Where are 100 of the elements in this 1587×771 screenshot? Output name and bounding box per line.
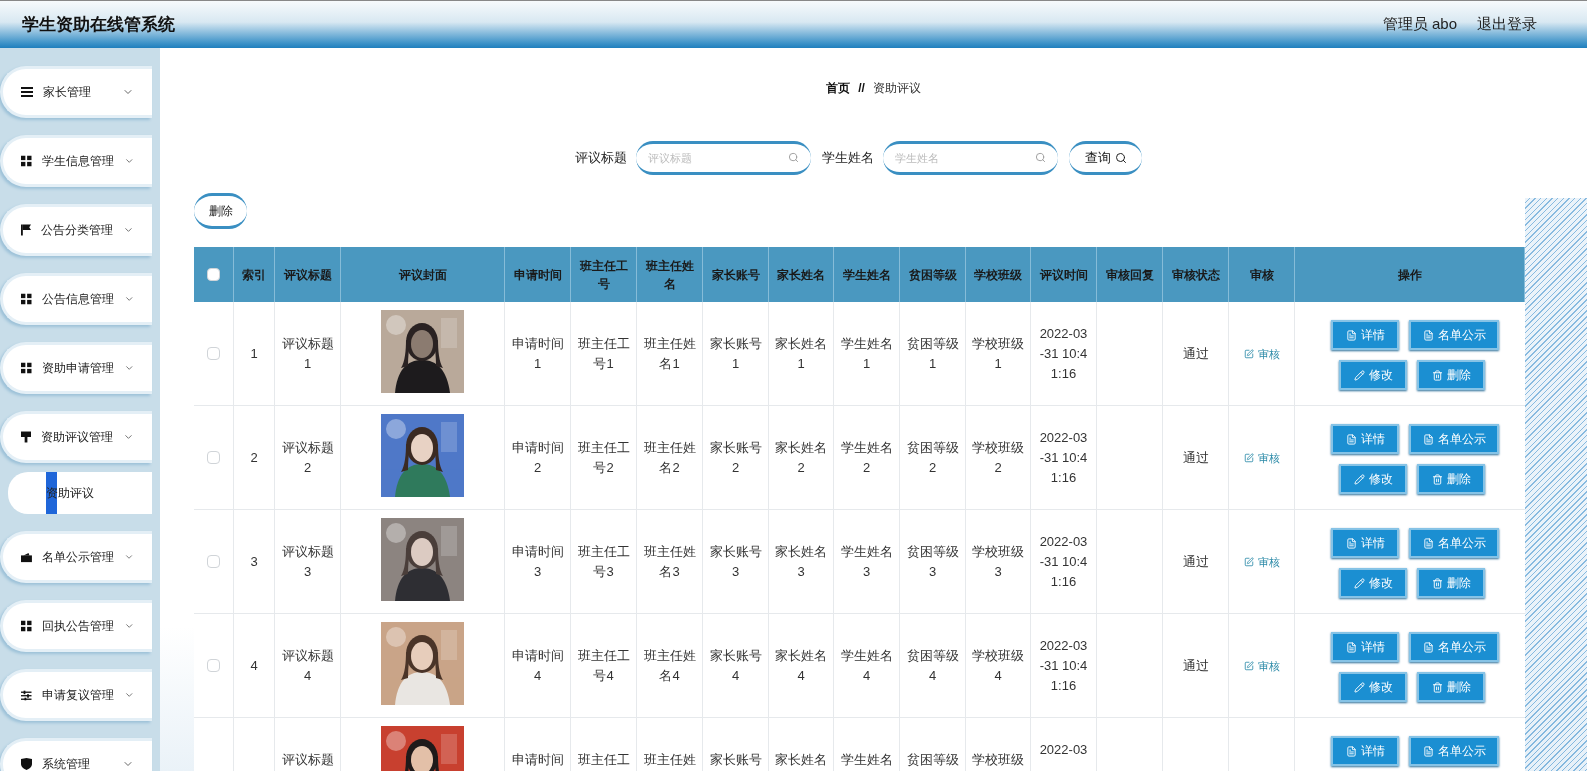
document-icon <box>1422 329 1434 341</box>
table-cell-text: 班主任工 <box>577 751 630 769</box>
table-cell-text: 班主任姓名1 <box>643 335 696 373</box>
row-checkbox[interactable] <box>207 659 220 672</box>
column-header: 评议时间 <box>1039 266 1088 284</box>
trash-icon <box>1431 369 1443 381</box>
publish-list-button[interactable]: 名单公示 <box>1409 424 1499 454</box>
sidebar-item[interactable]: 学生信息管理 <box>0 135 152 187</box>
app-title: 学生资助在线管系统 <box>22 13 175 36</box>
table-cell-text: 贫困等级1 <box>906 335 959 373</box>
sidebar-item[interactable]: 申请复议管理 <box>0 669 152 721</box>
table-cell-text: 通过 <box>1182 345 1209 363</box>
grid-icon <box>21 362 32 374</box>
table-cell-text: 班主任姓名3 <box>643 543 696 581</box>
document-icon <box>1422 745 1434 757</box>
publish-list-button[interactable]: 名单公示 <box>1409 320 1499 350</box>
row-checkbox[interactable] <box>207 347 220 360</box>
review-link[interactable]: 审核 <box>1243 344 1280 364</box>
sidebar-item[interactable]: 公告分类管理 <box>0 204 152 256</box>
table-cell-text: 家长姓名4 <box>774 647 828 685</box>
edit-button[interactable]: 修改 <box>1339 672 1407 702</box>
details-button[interactable]: 详情 <box>1331 736 1399 766</box>
review-link[interactable]: 审核 <box>1243 656 1280 676</box>
publish-list-button[interactable]: 名单公示 <box>1409 632 1499 662</box>
column-header: 审核状态 <box>1171 266 1220 284</box>
publish-list-button[interactable]: 名单公示 <box>1409 736 1499 766</box>
pencil-icon <box>1353 681 1365 693</box>
delete-button[interactable]: 删除 <box>1417 360 1485 390</box>
column-header: 审核 <box>1248 266 1275 284</box>
menu-icon <box>21 87 33 97</box>
search-label: 学生姓名 <box>822 149 874 168</box>
grid-icon <box>21 155 32 167</box>
batch-delete-button[interactable]: 删除 <box>194 193 247 229</box>
edit-icon <box>1243 557 1254 567</box>
search-field[interactable]: 学生姓名 <box>883 141 1058 175</box>
publish-list-button[interactable]: 名单公示 <box>1409 528 1499 558</box>
sliders-icon <box>21 689 32 701</box>
details-button[interactable]: 详情 <box>1331 320 1399 350</box>
details-button[interactable]: 详情 <box>1331 632 1399 662</box>
sidebar-item[interactable]: 公告信息管理 <box>0 273 152 325</box>
query-button[interactable]: 查询 <box>1069 141 1142 175</box>
column-header: 评议标题 <box>283 266 332 284</box>
delete-button[interactable]: 删除 <box>1417 464 1485 494</box>
trash-icon <box>1431 577 1443 589</box>
table-cell-text: 学校班级3 <box>971 543 1025 581</box>
sidebar-item[interactable]: 系统管理 <box>0 738 152 771</box>
table-cell-text: 学校班级1 <box>971 335 1025 373</box>
row-checkbox[interactable] <box>207 555 220 568</box>
column-header: 家长账号 <box>711 266 760 284</box>
table-cell-text: 申请时间 <box>511 751 564 769</box>
table-cell-text: 家长姓名3 <box>774 543 828 581</box>
document-icon <box>1422 433 1434 445</box>
sidebar-item[interactable]: 回执公告管理 <box>0 600 152 652</box>
column-header: 班主任姓名 <box>645 257 694 293</box>
table-cell-text: 学校班级2 <box>971 439 1025 477</box>
delete-button[interactable]: 删除 <box>1417 568 1485 598</box>
edit-icon <box>1243 349 1254 359</box>
document-icon <box>1345 433 1357 445</box>
table-cell-text: 贫困等级4 <box>906 647 959 685</box>
table-cell-text: 贫困等级 <box>906 751 959 769</box>
edit-button[interactable]: 修改 <box>1339 568 1407 598</box>
table-cell-text: 家长账号4 <box>709 647 762 685</box>
document-icon <box>1345 537 1357 549</box>
table-cell-text: 学校班级4 <box>971 647 1025 685</box>
select-all-checkbox[interactable] <box>207 268 220 281</box>
search-field[interactable]: 评议标题 <box>636 141 811 175</box>
breadcrumb-home[interactable]: 首页 <box>826 79 851 97</box>
table-cell-text: 评议标题2 <box>281 439 334 477</box>
trash-icon <box>1431 473 1443 485</box>
sidebar-item[interactable]: 资助申请管理 <box>0 342 152 394</box>
edit-icon <box>1243 453 1254 463</box>
edit-button[interactable]: 修改 <box>1339 464 1407 494</box>
grid-icon <box>21 293 32 305</box>
table-cell-text: 家长姓名 <box>774 751 828 769</box>
review-link[interactable]: 审核 <box>1243 448 1280 468</box>
table-cell-text: 学生姓名3 <box>840 543 893 581</box>
table-cell-text: 家长账号2 <box>709 439 762 477</box>
column-header: 班主任工号 <box>579 257 628 293</box>
column-header: 家长姓名 <box>776 266 826 284</box>
table-cell-text: 通过 <box>1182 657 1209 675</box>
edit-button[interactable]: 修改 <box>1339 360 1407 390</box>
column-header: 贫困等级 <box>908 266 957 284</box>
details-button[interactable]: 详情 <box>1331 424 1399 454</box>
sidebar-item[interactable]: 资助评议管理 <box>0 411 152 463</box>
wallet-icon <box>21 551 32 563</box>
review-link[interactable]: 审核 <box>1243 552 1280 572</box>
search-label: 评议标题 <box>575 149 627 168</box>
table-cell-text: 申请时间3 <box>511 543 564 581</box>
delete-button[interactable]: 删除 <box>1417 672 1485 702</box>
table-cell-text: 班主任工号2 <box>577 439 630 477</box>
table-cell-text: 家长账号1 <box>709 335 762 373</box>
table-cell-text: 申请时间4 <box>511 647 564 685</box>
sidebar-item[interactable]: 名单公示管理 <box>0 531 152 583</box>
table-cell-text: 班主任工号3 <box>577 543 630 581</box>
logout-link[interactable]: 退出登录 <box>1477 13 1537 36</box>
details-button[interactable]: 详情 <box>1331 528 1399 558</box>
row-checkbox[interactable] <box>207 451 220 464</box>
pencil-icon <box>1353 369 1365 381</box>
trash-icon <box>1431 681 1443 693</box>
sidebar-item[interactable]: 家长管理 <box>0 66 152 118</box>
